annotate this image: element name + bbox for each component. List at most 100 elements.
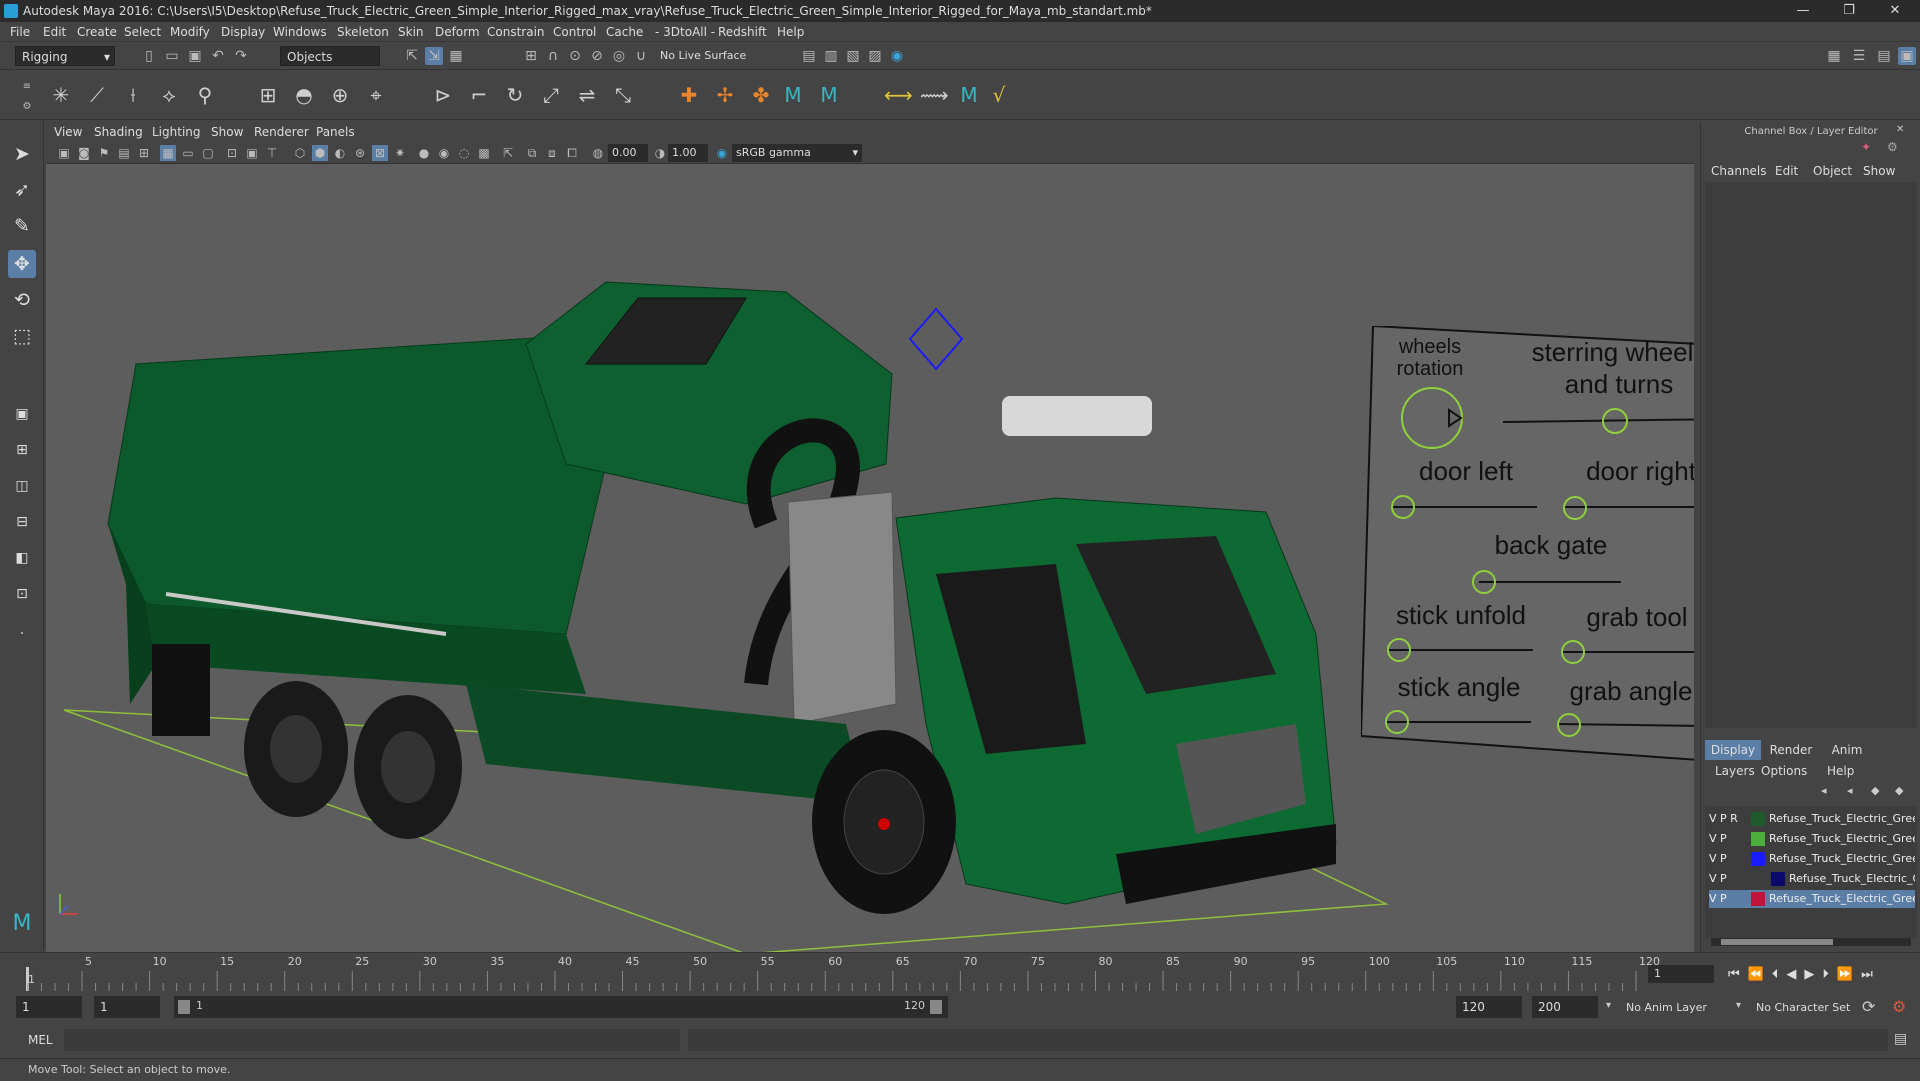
select-mode-dropdown[interactable]: Objects (280, 46, 380, 66)
playback-start-field[interactable]: 1 (94, 996, 160, 1018)
menu-redshift[interactable]: Redshift (718, 25, 767, 39)
snap-curve-icon[interactable]: ∩ (544, 47, 562, 65)
snap-view-icon[interactable]: ⊘ (588, 47, 606, 65)
layer-row[interactable]: V P RRefuse_Truck_Electric_Green_ (1709, 810, 1915, 828)
command-input[interactable] (64, 1029, 680, 1051)
paint-select-icon[interactable]: ✎ (8, 212, 36, 240)
maximize-button[interactable]: ❐ (1826, 0, 1872, 22)
range-end-handle[interactable] (930, 1000, 942, 1014)
vp-menu-view[interactable]: View (54, 125, 82, 139)
resolution-gate-icon[interactable]: ▭ (180, 145, 196, 161)
menu-constrain[interactable]: Constrain (487, 25, 545, 39)
move-tool-icon[interactable]: ✥ (8, 250, 36, 278)
vp-menu-show[interactable]: Show (211, 125, 243, 139)
snap-point-icon[interactable]: ⊙ (566, 47, 584, 65)
layer-scrollbar[interactable] (1711, 938, 1911, 946)
layer-row[interactable]: V PRefuse_Truck_Electric_Green_ (1709, 830, 1915, 848)
layout-stack-icon[interactable]: ⊟ (8, 508, 36, 536)
constraint-scale-icon[interactable]: ⤢ (538, 82, 564, 108)
menu-skin[interactable]: Skin (398, 25, 424, 39)
undo-icon[interactable]: ↶ (209, 47, 227, 65)
layer-scroll-thumb[interactable] (1721, 939, 1833, 945)
constraint-aim-icon[interactable]: ⌐ (466, 82, 492, 108)
vp-menu-panels[interactable]: Panels (316, 125, 355, 139)
lattice-icon[interactable]: ⊕ (327, 82, 353, 108)
ik-spline-icon[interactable]: ⟊ (120, 82, 146, 108)
tab-anim[interactable]: Anim (1819, 740, 1875, 760)
ik-handle-icon[interactable]: ⟋ (84, 82, 110, 108)
perspective-viewport[interactable]: View Shading Lighting Show Renderer Pane… (46, 122, 1694, 952)
select-hierarchy-icon[interactable]: ⇱ (403, 47, 421, 65)
play-back-icon[interactable]: ◀ (1786, 967, 1804, 982)
time-slider[interactable]: 1 5 10 15 20 25 30 35 40 45 50 55 60 65 70 75 80 85 90 95 1… (0, 952, 1920, 991)
range-slider-track[interactable]: 1 120 (174, 996, 948, 1018)
tab-display[interactable]: Display (1705, 740, 1761, 760)
go-to-start-icon[interactable]: ⏮ (1728, 967, 1748, 982)
wrap-deformer-icon[interactable]: ⟿ (920, 82, 949, 108)
anim-layer-chevron-icon[interactable]: ▾ (1606, 1000, 1611, 1011)
channel-box-toggle-icon[interactable]: ▣ (1898, 47, 1916, 65)
grid-icon[interactable]: ⊞ (136, 145, 152, 161)
backface-icon[interactable]: ⧠ (564, 145, 580, 161)
render-view-icon[interactable]: ▤ (800, 47, 818, 65)
anti-alias-icon[interactable]: ▩ (476, 145, 492, 161)
channel-list-area[interactable] (1705, 182, 1917, 728)
save-scene-icon[interactable]: ▣ (186, 47, 204, 65)
new-scene-icon[interactable]: ▯ (140, 47, 158, 65)
layer-row-selected[interactable]: V PRefuse_Truck_Electric_Green_ (1709, 890, 1915, 908)
locator-icon[interactable]: ✚ (676, 82, 702, 108)
layout-four-icon[interactable]: ⊞ (8, 436, 36, 464)
layer-color-swatch[interactable] (1751, 812, 1765, 826)
lasso-tool-icon[interactable]: ➶ (8, 176, 36, 204)
layer-row[interactable]: V PRefuse_Truck_Electric_Green_ (1709, 850, 1915, 868)
menu-deform[interactable]: Deform (435, 25, 480, 39)
le-menu-help[interactable]: Help (1827, 764, 1854, 778)
blend-shape-icon[interactable]: ⟷ (884, 82, 913, 108)
step-forward-icon[interactable]: ⏵ (1822, 967, 1837, 982)
field-chart-icon[interactable]: ⊡ (224, 145, 240, 161)
color-management-icon[interactable]: ◉ (714, 145, 730, 161)
anim-layer-dropdown[interactable]: No Anim Layer (1626, 1001, 1707, 1014)
gamma-icon[interactable]: ◑ (652, 145, 668, 161)
shelf-menu-icon[interactable]: ≡ (18, 78, 36, 96)
scene-view[interactable]: wheels rotation sterring wheels and turn… (46, 164, 1694, 952)
new-layer-icon[interactable]: ◆ (1871, 784, 1879, 797)
smooth-bind-icon[interactable]: ⊞ (255, 82, 281, 108)
end-time-field[interactable]: 200 (1532, 996, 1598, 1018)
cb-menu-show[interactable]: Show (1863, 164, 1895, 178)
layer-color-swatch[interactable] (1751, 832, 1765, 846)
layout-outliner-icon[interactable]: ◧ (8, 544, 36, 572)
live-surface-label[interactable]: No Live Surface (660, 49, 746, 62)
tool-settings-icon[interactable]: ▤ (1875, 47, 1893, 65)
select-object-icon[interactable]: ⇲ (425, 47, 443, 65)
new-layer-selected-icon[interactable]: ◆ (1895, 784, 1903, 797)
ipr-render-icon[interactable]: ▧ (844, 47, 862, 65)
check-icon[interactable]: √ (986, 82, 1012, 108)
xray-joints-icon[interactable]: ⧈ (544, 145, 560, 161)
locator-joint-icon[interactable]: ✢ (712, 82, 738, 108)
magnet-icon[interactable]: ∪ (632, 47, 650, 65)
attribute-icon[interactable]: ⚙ (1887, 140, 1898, 154)
paint-weights-icon[interactable]: ◓ (291, 82, 317, 108)
orient-joint-icon[interactable]: ⟡ (156, 82, 182, 108)
exposure-field[interactable]: 0.00 (608, 144, 648, 162)
constraint-orient-icon[interactable]: ↻ (502, 82, 528, 108)
bookmark-icon[interactable]: ⚑ (96, 145, 112, 161)
workspace-modeling-icon[interactable]: ▦ (1825, 47, 1843, 65)
scale-tool-icon[interactable]: ⬚ (8, 322, 36, 350)
menu-3dtoall[interactable]: - 3DtoAll - (655, 25, 715, 39)
select-component-icon[interactable]: ▦ (447, 47, 465, 65)
close-button[interactable]: ✕ (1872, 0, 1918, 22)
le-menu-options[interactable]: Options (1761, 764, 1807, 778)
layer-move-down-icon[interactable]: ◂ (1847, 784, 1853, 797)
view-transform-dropdown[interactable]: sRGB gamma ▾ (732, 144, 862, 162)
image-plane-icon[interactable]: ▤ (116, 145, 132, 161)
default-material-icon[interactable]: ◐ (332, 145, 348, 161)
le-menu-layers[interactable]: Layers (1715, 764, 1755, 778)
layer-row[interactable]: V P Refuse_Truck_Electric_Gr (1709, 870, 1915, 888)
maya-m-icon[interactable]: M (780, 82, 806, 108)
maya-m2-icon[interactable]: M (816, 82, 842, 108)
tab-render[interactable]: Render (1763, 740, 1819, 760)
shelf-settings-icon[interactable]: ⚙ (18, 98, 36, 116)
maya-m3-icon[interactable]: M (956, 82, 982, 108)
